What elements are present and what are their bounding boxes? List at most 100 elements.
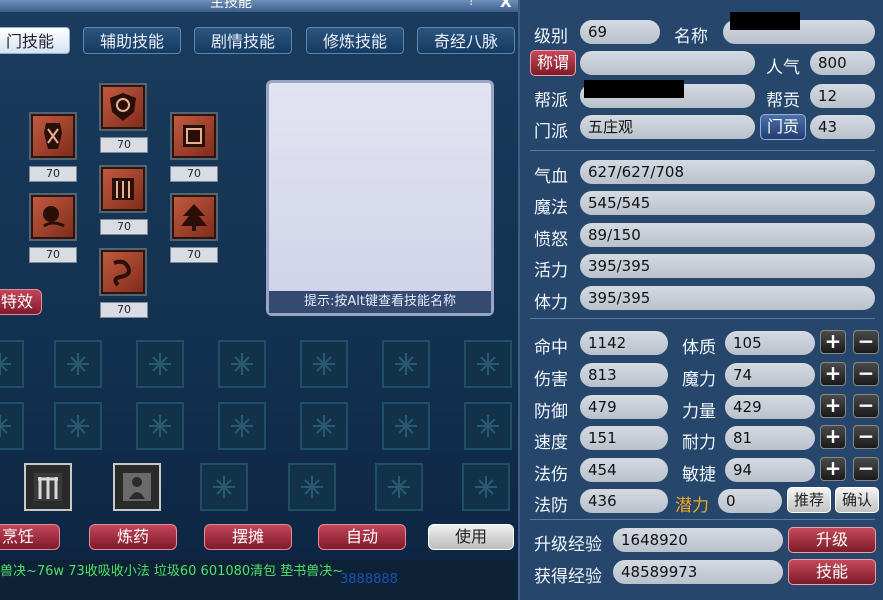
statue-item-icon (123, 473, 151, 501)
pattern-icon (388, 476, 410, 498)
physique-minus-button[interactable]: − (853, 330, 879, 354)
agility-label: 敏捷 (682, 465, 716, 485)
skill-icon-ring[interactable] (29, 193, 77, 241)
skill-level: 70 (170, 247, 218, 263)
alchemy-button[interactable]: 炼药 (89, 524, 177, 550)
skill-icon-chain[interactable] (99, 248, 147, 296)
tab-meridians[interactable]: 奇经八脉 (417, 27, 515, 54)
magic-plus-button[interactable]: + (820, 362, 846, 386)
auto-button[interactable]: 自动 (318, 524, 406, 550)
skills-button[interactable]: 技能 (788, 559, 876, 585)
skill-icon-warrior[interactable] (29, 112, 77, 160)
hit-value: 1142 (580, 331, 668, 355)
spell-damage-value: 454 (580, 458, 668, 482)
endurance-minus-button[interactable]: − (853, 425, 879, 449)
upgrade-button[interactable]: 升级 (788, 527, 876, 553)
pattern-icon (231, 415, 253, 437)
chat-message-2: 3888888 (340, 572, 398, 587)
close-button[interactable]: X (500, 0, 512, 11)
gate-icon (183, 125, 205, 147)
stamina-value: 395/395 (580, 286, 875, 310)
recommend-button[interactable]: 推荐 (787, 487, 831, 513)
cooking-button[interactable]: 烹饪 (0, 524, 60, 550)
empty-slot[interactable] (0, 340, 24, 388)
effect-button[interactable]: 特效 (0, 289, 42, 315)
empty-slot[interactable] (218, 402, 266, 450)
confirm-button[interactable]: 确认 (835, 487, 879, 513)
title-value (580, 51, 755, 75)
skill-level: 70 (170, 166, 218, 182)
empty-slot[interactable] (300, 340, 348, 388)
physique-label: 体质 (682, 338, 716, 358)
contribution-value: 12 (810, 84, 875, 108)
empty-slot[interactable] (54, 402, 102, 450)
empty-slot[interactable] (300, 402, 348, 450)
skill-hint: 提示:按Alt键查看技能名称 (269, 291, 491, 313)
sect-contribution-button[interactable]: 门贡 (760, 114, 806, 140)
name-label: 名称 (674, 27, 708, 47)
potential-label: 潜力 (675, 496, 709, 516)
agility-plus-button[interactable]: + (820, 457, 846, 481)
defense-label: 防御 (534, 402, 568, 422)
help-button[interactable]: ? (468, 0, 475, 9)
mp-value: 545/545 (580, 191, 875, 215)
strength-minus-button[interactable]: − (853, 394, 879, 418)
empty-slot[interactable] (375, 463, 423, 511)
tab-cultivation-skills[interactable]: 修炼技能 (306, 27, 404, 54)
agility-minus-button[interactable]: − (853, 457, 879, 481)
skill-icon-shield[interactable] (99, 83, 147, 131)
empty-slot[interactable] (464, 340, 512, 388)
endurance-plus-button[interactable]: + (820, 425, 846, 449)
pattern-icon (67, 415, 89, 437)
empty-slot[interactable] (54, 340, 102, 388)
inventory-item-gate[interactable] (24, 463, 72, 511)
rage-label: 愤怒 (534, 230, 568, 250)
inventory-item-statue[interactable] (113, 463, 161, 511)
physique-plus-button[interactable]: + (820, 330, 846, 354)
tab-sect-skills[interactable]: 门技能 (0, 27, 70, 54)
use-button[interactable]: 使用 (428, 524, 514, 550)
skill-level: 70 (100, 302, 148, 318)
vitality-label: 活力 (534, 261, 568, 281)
pattern-icon (313, 415, 335, 437)
strength-label: 力量 (682, 402, 716, 422)
popularity-value: 800 (810, 51, 875, 75)
gate-item-icon (34, 473, 62, 501)
empty-slot[interactable] (136, 340, 184, 388)
chat-bar: 兽决~76w 73收吸收小法 垃圾60 601080清包 垫书兽决~ 38888… (0, 560, 518, 600)
pattern-icon (313, 353, 335, 375)
gained-exp-value: 48589973 (613, 560, 783, 584)
sect-contribution-value: 43 (810, 115, 875, 139)
pattern-icon (213, 476, 235, 498)
divider (530, 150, 875, 151)
damage-label: 伤害 (534, 370, 568, 390)
skill-icon-tree[interactable] (170, 193, 218, 241)
skill-icon-gate[interactable] (170, 112, 218, 160)
tab-story-skills[interactable]: 剧情技能 (194, 27, 292, 54)
title-button[interactable]: 称谓 (530, 50, 576, 76)
empty-slot[interactable] (0, 402, 24, 450)
empty-slot[interactable] (464, 402, 512, 450)
empty-slot[interactable] (288, 463, 336, 511)
tab-support-skills[interactable]: 辅助技能 (83, 27, 181, 54)
stall-button[interactable]: 摆摊 (204, 524, 292, 550)
speed-label: 速度 (534, 433, 568, 453)
empty-slot[interactable] (382, 340, 430, 388)
contribution-label: 帮贡 (766, 91, 800, 111)
pattern-icon (67, 353, 89, 375)
empty-slot[interactable] (136, 402, 184, 450)
skill-level: 70 (29, 166, 77, 182)
empty-slot[interactable] (200, 463, 248, 511)
sect-value: 五庄观 (580, 115, 755, 139)
empty-slot[interactable] (382, 402, 430, 450)
strength-plus-button[interactable]: + (820, 394, 846, 418)
empty-slot[interactable] (462, 463, 510, 511)
skills-window: 主技能 ? X 门技能 辅助技能 剧情技能 修炼技能 奇经八脉 70 70 70… (0, 0, 518, 600)
redacted-faction (584, 80, 684, 98)
skill-icon-scroll[interactable] (99, 165, 147, 213)
pattern-icon (395, 415, 417, 437)
empty-slot[interactable] (218, 340, 266, 388)
magic-minus-button[interactable]: − (853, 362, 879, 386)
spell-damage-label: 法伤 (534, 465, 568, 485)
mp-label: 魔法 (534, 198, 568, 218)
